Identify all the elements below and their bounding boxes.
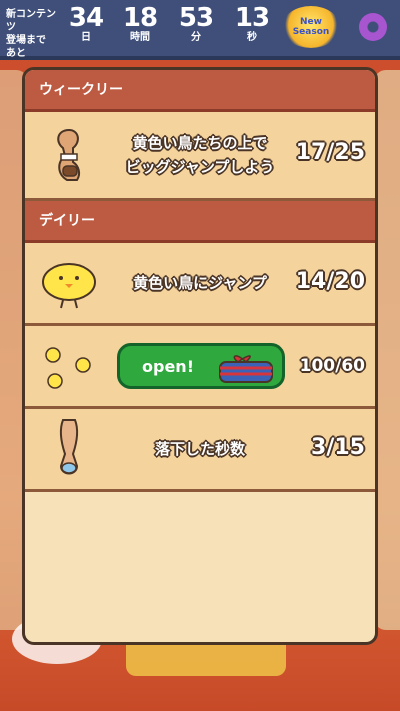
weekly-mission-title-line1: 黄色い鳥たちの上で	[132, 134, 268, 152]
weekly-mission-title-line2: ビッグジャンプしよう	[125, 158, 275, 176]
weekly-mission-progress: 17/25	[295, 140, 365, 165]
present-box-icon	[219, 355, 273, 383]
countdown-days: 34 日	[64, 4, 108, 44]
weekly-header: ウィークリー	[25, 70, 375, 112]
open-button-label: open!	[142, 356, 194, 376]
daily-mission-3-progress: 3/15	[311, 435, 365, 460]
countdown-seconds-unit: 秒	[247, 32, 257, 43]
countdown-hours-unit: 時間	[130, 32, 150, 43]
season-logo-line1: New	[300, 17, 322, 27]
weekly-mission-row: 黄色い鳥たちの上で ビッグジャンプしよう 17/25	[25, 112, 375, 201]
daily-mission-row-3: 落下した秒数 3/15	[25, 409, 375, 492]
event-label-line1: 新コンテンツ	[6, 9, 56, 33]
settings-button[interactable]	[352, 6, 394, 48]
falling-character-icon	[39, 419, 99, 479]
daily-mission-row-1: 黄色い鳥にジャンプ 14/20	[25, 243, 375, 326]
daily-mission-row-2: open! 100/60	[25, 326, 375, 409]
daily-mission-2-progress: 100/60	[299, 356, 365, 376]
countdown-days-unit: 日	[81, 32, 91, 43]
season-logo-line2: Season	[292, 27, 330, 37]
event-label-line2: 登場まで	[6, 35, 46, 46]
new-season-logo[interactable]: New Season	[282, 6, 340, 48]
event-label-line3: あと	[6, 48, 26, 59]
yellow-bird-icon	[39, 255, 99, 315]
countdown-seconds: 13 秒	[230, 4, 274, 44]
countdown-minutes-value: 53	[178, 3, 214, 33]
countdown-hours: 18 時間	[118, 4, 162, 44]
weekly-mission-title: 黄色い鳥たちの上で ビッグジャンプしよう	[107, 131, 293, 179]
gear-icon	[359, 13, 387, 41]
sausage-character-icon	[39, 126, 99, 186]
countdown-days-value: 34	[68, 3, 104, 33]
missions-panel: ウィークリー 黄色い鳥たちの上で ビッグジャンプしよう 17/25 デイリー 黄…	[22, 67, 378, 645]
countdown-minutes-unit: 分	[191, 32, 201, 43]
daily-header: デイリー	[25, 201, 375, 243]
daily-mission-3-title: 落下した秒数	[154, 440, 245, 458]
open-reward-button[interactable]: open!	[117, 343, 285, 389]
top-bar: 新コンテンツ 登場まで あと 34 日 18 時間 53 分 13 秒 New …	[0, 0, 400, 60]
countdown-seconds-value: 13	[234, 3, 270, 33]
event-countdown-label: 新コンテンツ 登場まで あと	[6, 8, 58, 60]
countdown-minutes: 53 分	[174, 4, 218, 44]
daily-mission-1-title: 黄色い鳥にジャンプ	[133, 274, 267, 292]
countdown-hours-value: 18	[122, 3, 158, 33]
daily-mission-1-progress: 14/20	[295, 269, 365, 294]
small-birds-icon	[39, 338, 99, 398]
